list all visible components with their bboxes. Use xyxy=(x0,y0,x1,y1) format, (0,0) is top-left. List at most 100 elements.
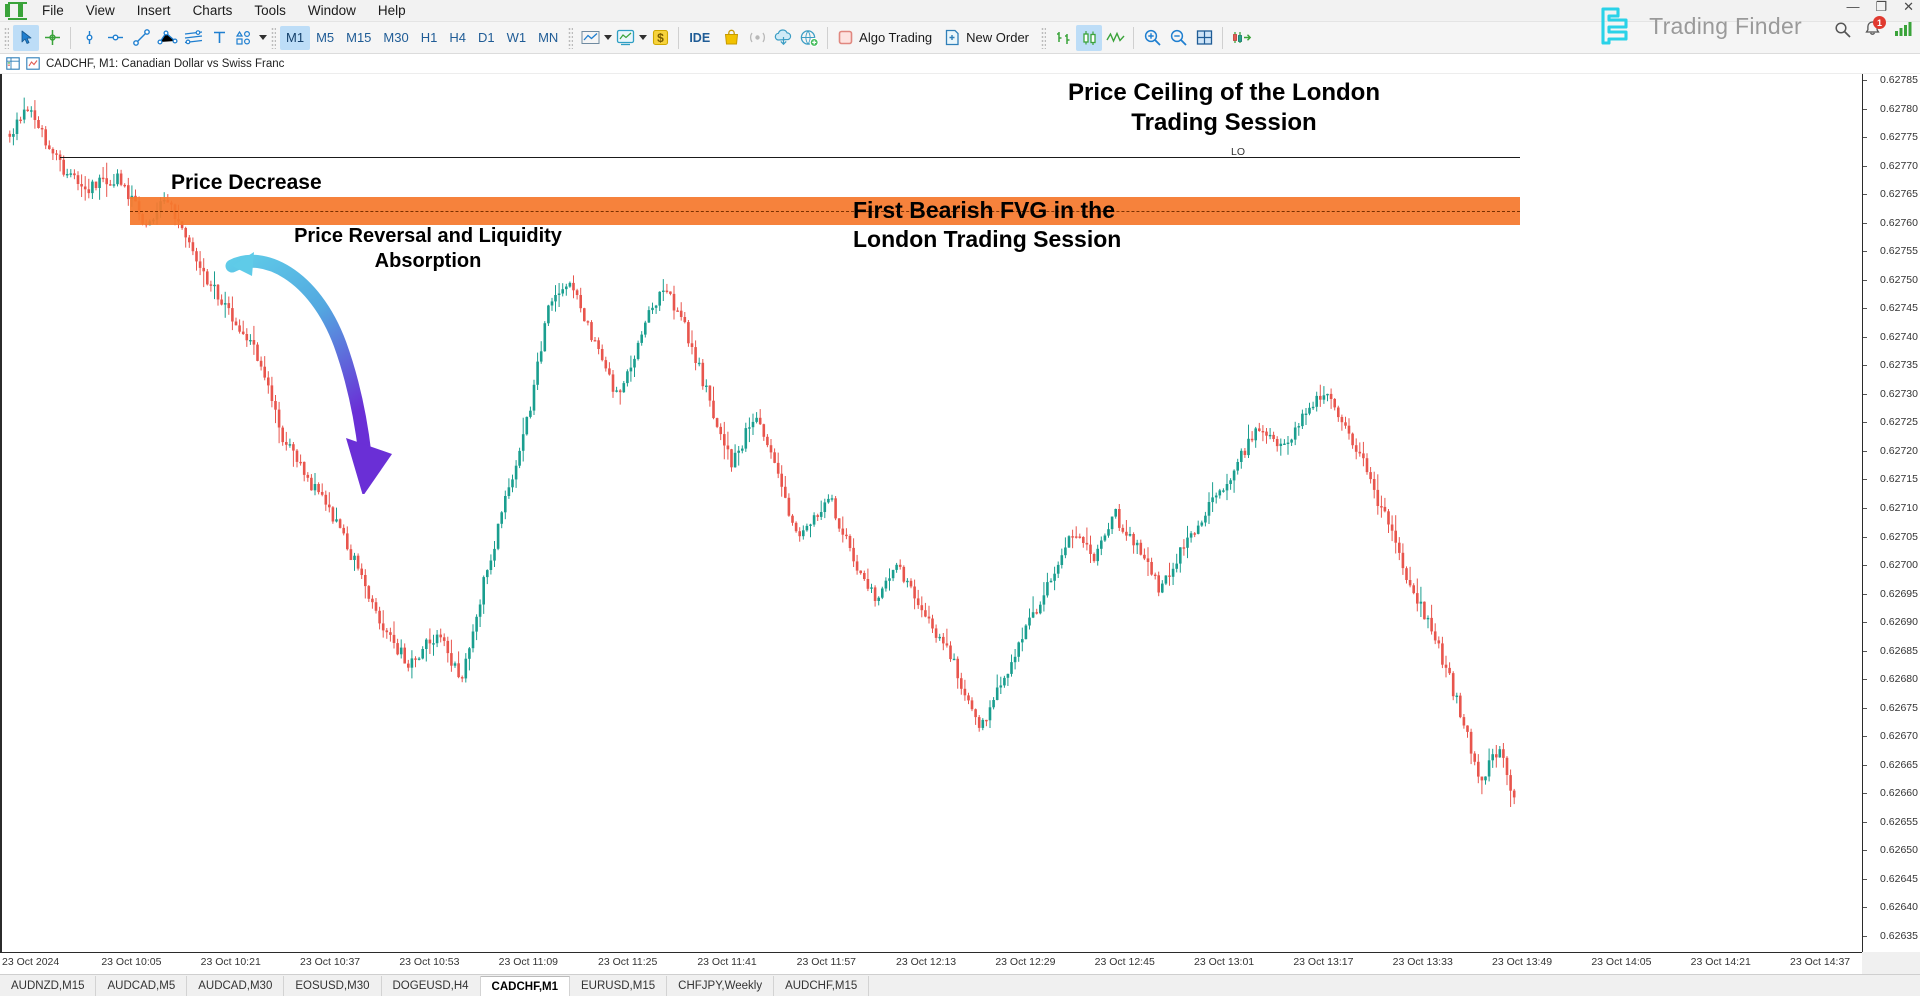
timeframe-h1[interactable]: H1 xyxy=(415,26,444,50)
timeframe-h4[interactable]: H4 xyxy=(443,26,472,50)
cursor-tool-button[interactable] xyxy=(13,24,39,51)
price-tick-label: 0.62770 xyxy=(1880,159,1918,172)
price-tick-mark xyxy=(1863,251,1867,253)
chart-tab[interactable]: EOSUSD,M30 xyxy=(284,976,382,996)
channel-tool-button[interactable] xyxy=(180,25,206,51)
chart-tab[interactable]: CHFJPY,Weekly xyxy=(667,976,775,996)
chart-tab[interactable]: AUDCAD,M5 xyxy=(96,976,188,996)
price-tick-mark xyxy=(1863,365,1867,367)
menu-help[interactable]: Help xyxy=(367,0,417,21)
chart-type-group-grip[interactable] xyxy=(1041,26,1047,49)
menu-insert[interactable]: Insert xyxy=(126,0,182,21)
chart-tab[interactable]: AUDCHF,M15 xyxy=(774,976,870,996)
price-tick-label: 0.62650 xyxy=(1880,844,1918,857)
shapes-dropdown-caret-icon[interactable] xyxy=(259,35,267,40)
close-button[interactable]: ✕ xyxy=(1903,0,1914,13)
ide-button[interactable]: IDE xyxy=(684,25,718,51)
chart-canvas[interactable]: LO Price Ceiling of the London Trading S… xyxy=(0,74,1862,952)
algo-trading-button[interactable]: Algo Trading xyxy=(833,25,940,51)
price-axis[interactable]: 0.62785 0.62780 0.62775 0.62770 0.62765 0.627… xyxy=(1862,74,1920,952)
timeframe-w1[interactable]: W1 xyxy=(501,26,533,50)
annotation-price-reversal-liquidity: Price Reversal and Liquidity Absorption xyxy=(294,225,562,272)
search-icon[interactable] xyxy=(1834,21,1851,38)
price-tick-mark xyxy=(1863,479,1867,481)
price-tick-mark xyxy=(1863,878,1867,880)
vps-button[interactable] xyxy=(770,25,796,51)
menu-window[interactable]: Window xyxy=(297,0,367,21)
candlestick-chart-button[interactable] xyxy=(1076,24,1103,51)
copy-trading-button[interactable] xyxy=(796,25,822,51)
price-tick-mark xyxy=(1863,508,1867,509)
chart-tab[interactable]: CADCHF,M1 xyxy=(480,976,570,996)
timeframe-mn[interactable]: MN xyxy=(532,26,564,50)
polyline-tool-button[interactable] xyxy=(154,25,180,51)
time-tick-label: 23 Oct 11:41 xyxy=(697,956,757,968)
price-tick-mark xyxy=(1863,593,1867,595)
auto-scroll-button[interactable] xyxy=(1228,25,1254,51)
grid-button[interactable] xyxy=(1191,25,1217,51)
time-tick-label: 23 Oct 13:33 xyxy=(1392,956,1453,968)
zoom-in-button[interactable] xyxy=(1139,25,1165,51)
crosshair-tool-button[interactable] xyxy=(39,25,65,51)
templates-dropdown-caret-icon[interactable] xyxy=(639,35,648,40)
maximize-button[interactable]: ❐ xyxy=(1875,0,1887,13)
indicators-button[interactable] xyxy=(577,25,603,51)
price-tick-label: 0.62675 xyxy=(1880,701,1918,714)
vertical-line-tool-button[interactable] xyxy=(76,25,102,51)
time-tick-label: 23 Oct 14:37 xyxy=(1790,956,1851,968)
menu-file[interactable]: File xyxy=(31,0,75,21)
chart-tab[interactable]: EURUSD,M15 xyxy=(570,976,668,996)
price-tick-mark xyxy=(1863,422,1867,424)
time-tick-label: 23 Oct 14:05 xyxy=(1591,956,1652,968)
price-tick-label: 0.62785 xyxy=(1880,74,1918,86)
price-tick-label: 0.62740 xyxy=(1880,330,1918,343)
market-button[interactable] xyxy=(718,25,744,51)
timeframe-m5[interactable]: M5 xyxy=(310,26,340,50)
templates-button[interactable] xyxy=(612,25,638,51)
text-tool-button[interactable] xyxy=(206,25,232,51)
annotation-price-decrease: Price Decrease xyxy=(171,171,322,194)
new-order-icon xyxy=(945,29,960,46)
timeframe-group-grip[interactable] xyxy=(271,26,276,49)
timeframe-m1[interactable]: M1 xyxy=(280,25,311,50)
shapes-tool-button[interactable] xyxy=(232,25,258,51)
market-dollar-button[interactable]: $ xyxy=(647,25,673,51)
horizontal-line-tool-button[interactable] xyxy=(102,25,128,51)
price-tick-mark xyxy=(1863,194,1867,196)
toolbar-grip[interactable] xyxy=(4,26,9,49)
time-tick-label: 23 Oct 13:17 xyxy=(1293,956,1354,968)
price-tick-label: 0.62710 xyxy=(1880,502,1918,514)
trendline-tool-button[interactable] xyxy=(128,25,154,51)
indicators-dropdown-caret-icon[interactable] xyxy=(604,35,613,40)
price-tick-label: 0.62730 xyxy=(1880,387,1918,400)
timeframe-d1[interactable]: D1 xyxy=(472,26,501,50)
menu-tools[interactable]: Tools xyxy=(243,0,297,21)
price-tick-mark xyxy=(1863,736,1867,738)
signal-bars-icon[interactable] xyxy=(1894,21,1914,37)
zoom-out-button[interactable] xyxy=(1165,25,1191,51)
bar-chart-button[interactable] xyxy=(1050,25,1076,51)
signals-button[interactable] xyxy=(744,25,770,51)
timeframe-m30[interactable]: M30 xyxy=(377,26,414,50)
chart-tab[interactable]: AUDCAD,M30 xyxy=(187,976,285,996)
notifications-button[interactable]: 1 xyxy=(1864,16,1886,38)
time-axis[interactable]: 23 Oct 2024 23 Oct 10:05 23 Oct 10:21 23 Oc… xyxy=(0,952,1862,974)
new-order-button[interactable]: New Order xyxy=(940,25,1037,51)
menu-view[interactable]: View xyxy=(75,0,126,21)
line-chart-button[interactable] xyxy=(1102,25,1128,51)
price-tick-mark xyxy=(1863,907,1867,909)
trading-finder-name: Trading Finder xyxy=(1649,12,1802,39)
minimize-button[interactable]: — xyxy=(1846,0,1859,13)
price-tick-label: 0.62720 xyxy=(1880,444,1918,457)
timeframe-m15[interactable]: M15 xyxy=(340,26,377,50)
market-watch-icon xyxy=(6,57,20,70)
price-tick-mark xyxy=(1863,565,1867,567)
indicator-group-grip[interactable] xyxy=(568,26,574,49)
price-tick-label: 0.62695 xyxy=(1880,587,1918,600)
menu-charts[interactable]: Charts xyxy=(182,0,244,21)
time-tick-label: 23 Oct 10:21 xyxy=(200,956,261,968)
price-tick-mark xyxy=(1863,137,1867,139)
chart-tab[interactable]: AUDNZD,M15 xyxy=(0,976,97,996)
chart-tab[interactable]: DOGEUSD,H4 xyxy=(382,976,481,996)
price-tick-label: 0.62750 xyxy=(1880,273,1918,286)
